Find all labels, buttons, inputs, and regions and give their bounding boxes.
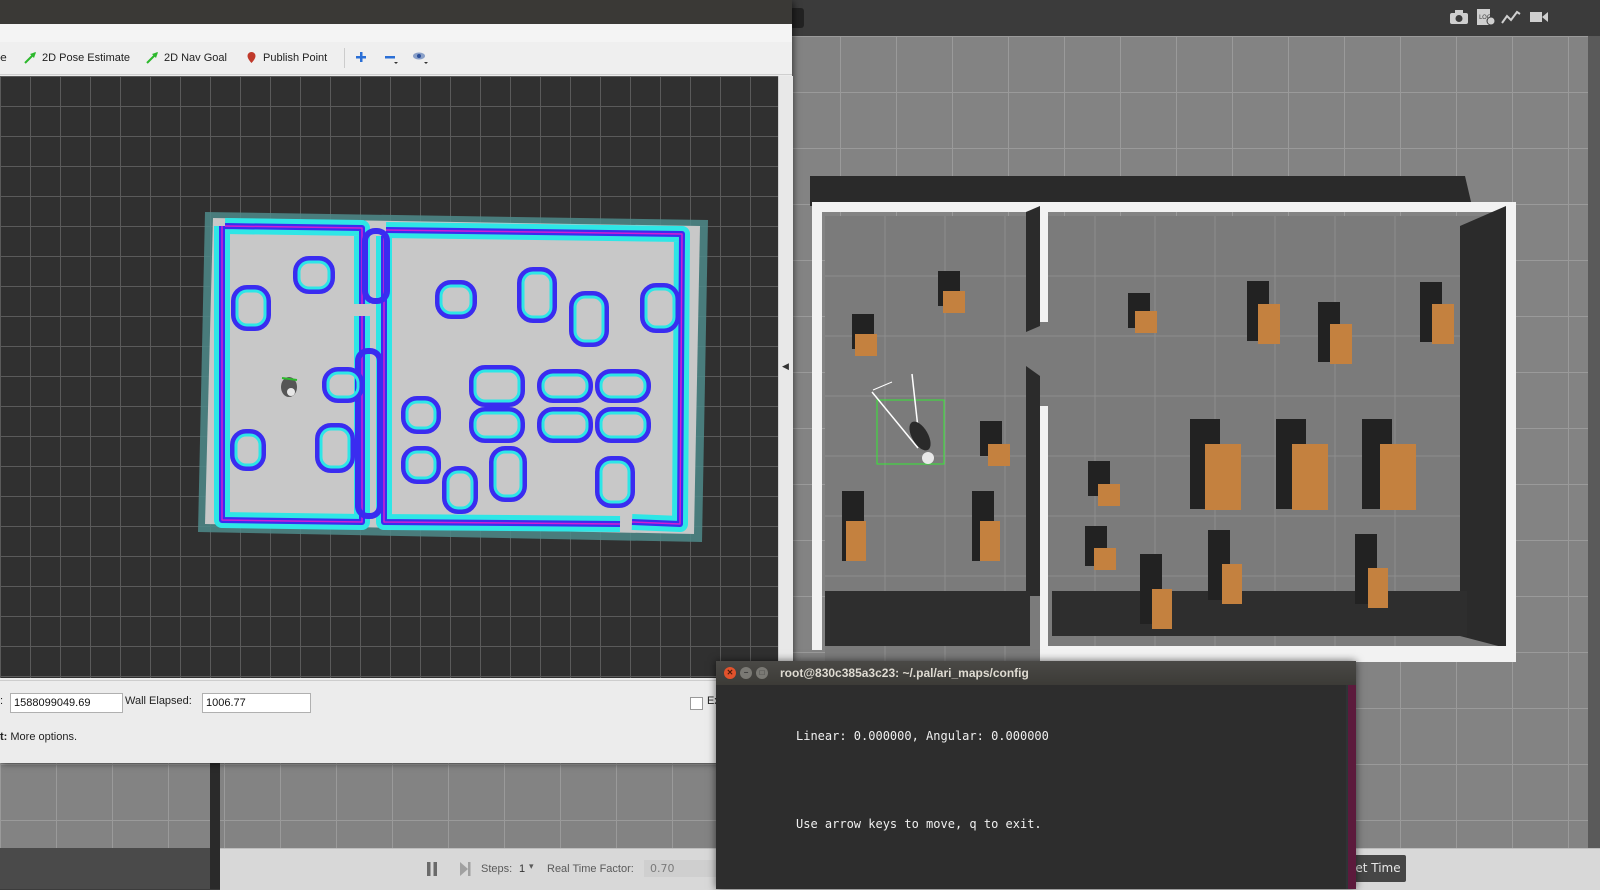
video-icon[interactable]	[1528, 8, 1550, 26]
terminal-title: root@830c385a3c23: ~/.pal/ari_maps/confi…	[780, 666, 1029, 680]
rviz-menubar	[0, 24, 792, 42]
divider-wall-bottom	[1040, 406, 1048, 646]
rviz-tool-bar: e 2D Pose Estimate 2D Nav Goal Publish P…	[0, 42, 792, 75]
camera-icon[interactable]	[1448, 8, 1470, 26]
rviz-titlebar	[0, 0, 792, 24]
reset-time-button[interactable]: et Time	[1350, 855, 1406, 882]
real-time-factor-label: Real Time Factor:	[547, 863, 634, 875]
ros-time-field[interactable]: 1588099049.69	[10, 693, 123, 713]
steps-dropdown-icon[interactable]: ▾	[529, 861, 534, 872]
gazebo-toolbar: LOG	[790, 0, 1600, 37]
terminal-titlebar: ✕ − □ root@830c385a3c23: ~/.pal/ari_maps…	[716, 661, 1356, 685]
collapse-arrow-icon[interactable]: ◀	[782, 362, 789, 372]
rviz-window: e 2D Pose Estimate 2D Nav Goal Publish P…	[0, 0, 793, 763]
status-bar: t: More options.	[0, 731, 77, 743]
rviz-3d-view[interactable]	[0, 76, 778, 678]
experimental-checkbox[interactable]	[690, 697, 703, 710]
steps-value[interactable]: 1	[519, 863, 525, 875]
gazebo-panel-divider	[210, 760, 220, 889]
real-time-factor-value: 0.70	[644, 860, 716, 877]
publish-point-label: Publish Point	[263, 51, 328, 64]
toolbar-handle	[790, 8, 804, 28]
zoom-out-icon[interactable]	[384, 51, 398, 65]
steps-label: Steps:	[481, 863, 513, 875]
ros-time-label: :	[0, 695, 4, 707]
maximize-icon[interactable]: □	[756, 667, 768, 679]
right-wall	[1506, 202, 1516, 662]
nav-arrow-icon	[146, 52, 158, 64]
minimize-icon[interactable]: −	[740, 667, 752, 679]
zoom-in-icon[interactable]	[355, 51, 367, 63]
pose-estimate-tool[interactable]: 2D Pose Estimate	[24, 51, 130, 64]
rviz-robot-marker[interactable]	[281, 377, 298, 397]
left-wall	[812, 202, 822, 650]
terminal-body[interactable]: Linear: 0.000000, Angular: 0.000000 Use …	[716, 685, 1346, 889]
truncated-tool-edge: e	[0, 51, 7, 64]
rviz-time-panel: : 1588099049.69 Wall Elapsed: 1006.77 Ex…	[0, 680, 792, 763]
log-icon[interactable]: LOG	[1474, 8, 1496, 26]
costmap-render	[198, 212, 708, 542]
map-pin-icon	[247, 52, 256, 63]
pose-arrow-icon	[24, 52, 36, 64]
plot-icon[interactable]	[1500, 8, 1522, 26]
publish-point-tool[interactable]: Publish Point	[245, 51, 327, 64]
close-icon[interactable]: ✕	[724, 667, 736, 679]
eye-icon[interactable]	[412, 50, 428, 65]
terminal-scroll-edge	[1348, 685, 1356, 889]
wall-elapsed-label: Wall Elapsed:	[125, 695, 192, 707]
wall-elapsed-field[interactable]: 1006.77	[202, 693, 311, 713]
tool-separator	[344, 48, 345, 68]
rviz-panel-collapse-bar[interactable]: ◀	[778, 76, 793, 678]
step-icon[interactable]	[458, 861, 472, 877]
nav-goal-tool[interactable]: 2D Nav Goal	[146, 51, 227, 64]
divider-wall-top	[1040, 212, 1048, 322]
pause-icon[interactable]	[425, 861, 439, 877]
top-wall	[812, 202, 1516, 212]
terminal-line: Use arrow keys to move, q to exit.	[796, 817, 1042, 831]
gazebo-side-panel-strip	[1588, 36, 1600, 848]
status-text: More options.	[7, 731, 78, 743]
back-wall	[810, 176, 1472, 206]
nav-goal-label: 2D Nav Goal	[164, 51, 227, 64]
pose-estimate-label: 2D Pose Estimate	[42, 51, 131, 64]
terminal-line: Linear: 0.000000, Angular: 0.000000	[796, 729, 1049, 743]
terminal-window: ✕ − □ root@830c385a3c23: ~/.pal/ari_maps…	[716, 661, 1356, 889]
